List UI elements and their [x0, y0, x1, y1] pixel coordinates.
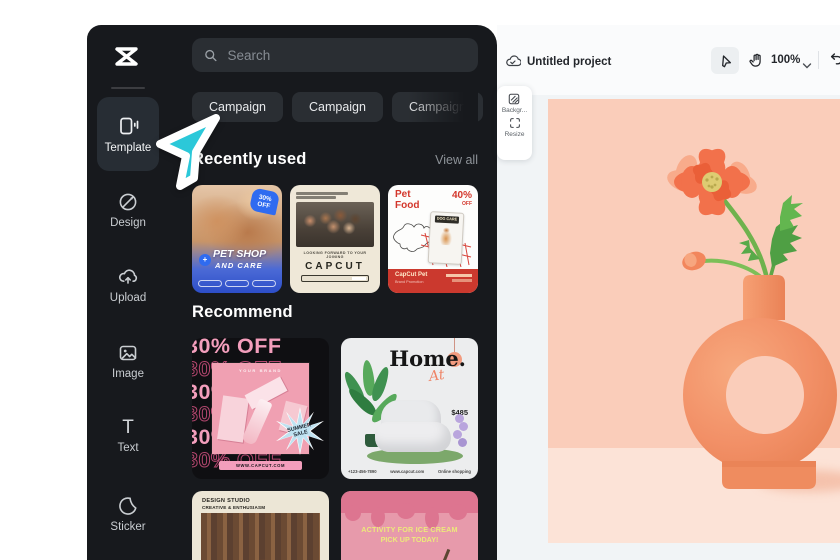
group-photo — [296, 202, 374, 247]
text-icon: T — [122, 417, 134, 438]
chip-campaign[interactable]: Campaign — [192, 92, 283, 122]
flower-bud — [682, 251, 706, 271]
chevron-down-icon[interactable] — [802, 57, 812, 69]
view-all-link[interactable]: View all — [435, 153, 478, 167]
discount-badge: 30% OFF — [248, 187, 281, 216]
chip-campaign[interactable]: Campaign — [391, 92, 483, 122]
leaf — [780, 195, 803, 231]
vase-body — [683, 318, 838, 472]
template-card-studio[interactable]: DESIGN STUDIO CREATIVE & ENTHUSIASM — [192, 491, 329, 560]
card-title: Pet Food — [395, 189, 420, 211]
sidebar-item-design[interactable]: Design — [87, 191, 169, 229]
sidebar-item-text[interactable]: T Text — [87, 417, 169, 455]
card-title: PET SHOP — [213, 248, 267, 260]
background-label: Backgr... — [501, 107, 528, 114]
spoon-illustration — [422, 548, 451, 560]
card-title: Home. — [389, 346, 466, 371]
sidebar-item-image[interactable]: Image — [87, 342, 169, 380]
resize-label: Resize — [504, 131, 525, 138]
design-icon — [119, 193, 137, 211]
flower — [667, 148, 757, 216]
dog-food-bag: DOG CARE — [427, 211, 465, 265]
resize-button[interactable]: Resize — [504, 116, 525, 138]
summer-sale-burst: SUMMER SALE — [276, 407, 324, 455]
template-card-home[interactable]: Home. At $485 +123-456-7890 www.capcut.co… — [341, 338, 478, 479]
recommend-header: Recommend — [192, 303, 478, 322]
recently-used-row: 30% OFF + PET SHOP AND CARE LOOKING FORWA… — [192, 185, 478, 293]
card-subtitle: LOOKING FORWARD TO YOUR JOINING — [303, 251, 367, 259]
undo-button[interactable] — [827, 51, 840, 68]
section-title: Recommend — [192, 303, 293, 321]
sidebar-item-label: Template — [104, 141, 152, 154]
group-photo — [201, 513, 320, 560]
cursor-icon — [721, 55, 731, 68]
canvas-side-toolbar: Backgr... Resize — [497, 86, 532, 160]
capcut-logo-icon[interactable] — [110, 41, 146, 77]
dog-illustration — [438, 226, 454, 246]
cloud-sync-icon — [505, 54, 522, 68]
select-tool-button[interactable] — [711, 47, 739, 74]
sidebar-item-template[interactable]: Template — [97, 97, 159, 171]
discount-off: OFF — [462, 201, 472, 207]
card-subtitle: AND CARE — [215, 261, 263, 270]
sidebar-item-label: Upload — [109, 292, 147, 304]
card-footer: +123-456-7890 www.capcut.com Online shoppi… — [348, 469, 471, 474]
sidebar-divider — [111, 87, 145, 89]
card-script: At — [427, 366, 446, 386]
left-panel: Template Design Upload Image T Text Stic… — [87, 25, 497, 560]
card-title: DESIGN STUDIO — [202, 498, 251, 504]
template-card-sale[interactable]: 30% OFF 30% OFF 30% OFF 30% OFF 30% OFF … — [192, 338, 329, 479]
resize-icon — [509, 118, 520, 128]
vase-neck — [743, 275, 785, 320]
design-canvas[interactable] — [548, 99, 840, 543]
flower-center — [702, 172, 722, 192]
sidebar-item-label: Image — [112, 368, 144, 380]
project-title[interactable]: Untitled project — [527, 56, 611, 68]
search-icon — [205, 49, 217, 61]
template-card-pet-food[interactable]: Pet Food 40% OFF DOG CARE CapCut Pet Bra… — [388, 185, 478, 293]
background-button[interactable]: Backgr... — [502, 92, 527, 114]
upload-icon — [118, 269, 137, 284]
filter-chips: Campaign Campaign Campaign — [192, 92, 483, 122]
card-title: CAPCUT — [305, 261, 365, 272]
chip-campaign[interactable]: Campaign — [291, 92, 383, 122]
sidebar-item-label: Sticker — [110, 521, 146, 533]
card-title: ACTIVITY FOR ICE CREAM — [361, 525, 458, 534]
toolbar-divider — [818, 51, 819, 69]
couch-illustration — [375, 400, 455, 456]
sidebar-item-label: Design — [110, 217, 146, 229]
search-bar[interactable] — [192, 38, 478, 72]
template-card-pet-shop[interactable]: 30% OFF + PET SHOP AND CARE — [192, 185, 282, 293]
image-icon — [119, 345, 137, 361]
paw-icon: + — [199, 254, 211, 266]
recently-used-header: Recently used View all — [192, 150, 478, 169]
template-card-capcut[interactable]: LOOKING FORWARD TO YOUR JOINING CAPCUT — [290, 185, 380, 293]
sale-text: 30% OFF — [192, 338, 282, 358]
sidebar-item-sticker[interactable]: Sticker — [87, 495, 169, 533]
drip-illustration — [341, 491, 478, 529]
background-icon — [509, 93, 520, 105]
template-panel: Campaign Campaign Campaign Recently used… — [192, 25, 483, 560]
sidebar-item-upload[interactable]: Upload — [87, 266, 169, 304]
card-buttons — [198, 280, 276, 287]
card-footer: CapCut Pet Brand Promotion — [388, 269, 478, 293]
capcut-app: Template Design Upload Image T Text Stic… — [0, 0, 840, 560]
section-title: Recently used — [192, 150, 307, 168]
card-subtitle: CREATIVE & ENTHUSIASM — [202, 505, 266, 510]
discount-pct: 40% — [451, 190, 472, 201]
template-card-icecream[interactable]: ACTIVITY FOR ICE CREAM PICK UP TODAY! — [341, 491, 478, 560]
sidebar-item-label: Text — [117, 442, 139, 454]
zoom-level[interactable]: 100% — [771, 54, 800, 66]
search-input[interactable] — [225, 46, 466, 64]
vase-artwork — [667, 148, 840, 492]
sticker-icon — [119, 497, 137, 515]
template-icon — [120, 117, 139, 134]
card-url: WWW.CAPCUT.COM — [219, 461, 302, 470]
hand-tool-button[interactable] — [748, 52, 765, 69]
card-subtitle: PICK UP TODAY! — [380, 535, 439, 544]
